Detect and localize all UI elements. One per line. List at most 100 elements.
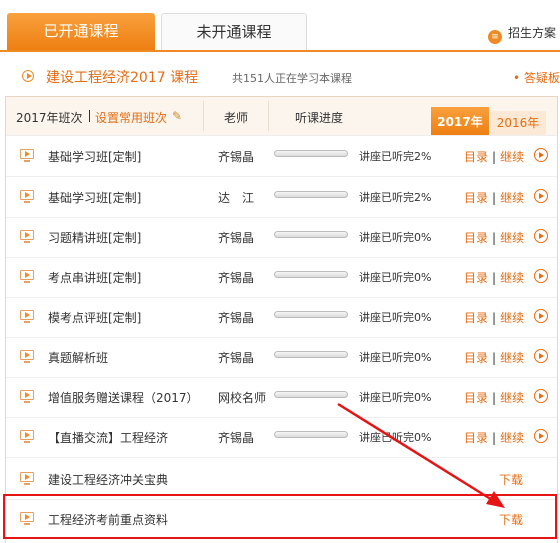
qa-board-link[interactable]: • 答疑板: [513, 69, 560, 86]
table-row: 基础学习班[定制] 达 江 讲座已听完2% 目录 | 继续: [6, 177, 557, 218]
progress-bar: [274, 391, 348, 398]
admission-plan-label: 招生方案: [508, 26, 557, 40]
continue-link[interactable]: 继续: [500, 191, 524, 205]
video-icon-stand: [24, 201, 30, 203]
column-divider: [268, 101, 269, 131]
course-tabs: 已开通课程 未开通课程 ≡ 招生方案: [0, 0, 560, 52]
row-links: 目录 | 继续: [464, 389, 524, 406]
class-name: 【直播交流】工程经济: [48, 431, 169, 445]
progress-text: 讲座已听完0%: [359, 351, 432, 364]
header-divider: [89, 110, 90, 122]
row-links: 目录 | 继续: [464, 309, 524, 326]
class-name: 考点串讲班[定制]: [48, 271, 142, 285]
video-icon: [20, 190, 34, 200]
list-icon: ≡: [488, 30, 502, 44]
video-icon: [20, 230, 34, 240]
link-separator: |: [492, 351, 497, 365]
row-links: 目录 | 继续: [464, 189, 524, 206]
video-icon-stand: [24, 441, 30, 443]
teacher-name: 达 江: [218, 191, 255, 205]
column-divider: [203, 101, 204, 131]
link-separator: |: [492, 191, 497, 205]
download-link[interactable]: 下载: [499, 471, 523, 488]
video-icon: [20, 430, 34, 440]
progress-text: 讲座已听完0%: [359, 271, 432, 284]
progress-bar: [274, 150, 348, 157]
play-button-icon[interactable]: [534, 349, 548, 363]
catalog-link[interactable]: 目录: [464, 351, 488, 365]
progress-text: 讲座已听完2%: [359, 150, 432, 163]
progress-bar: [274, 431, 348, 438]
progress-bar: [274, 191, 348, 198]
teacher-name: 齐锡晶: [218, 311, 255, 325]
class-name: 习题精讲班[定制]: [48, 231, 142, 245]
video-icon-stand: [24, 281, 30, 283]
set-common-classes-link[interactable]: 设置常用班次: [95, 109, 167, 126]
class-name: 基础学习班[定制]: [48, 150, 142, 164]
row-links: 目录 | 继续: [464, 229, 524, 246]
video-icon: [20, 472, 34, 482]
table-row: 增值服务赠送课程（2017） 网校名师 讲座已听完0% 目录 | 继续: [6, 377, 557, 418]
progress-text: 讲座已听完0%: [359, 391, 432, 404]
continue-link[interactable]: 继续: [500, 391, 524, 405]
play-circle-icon: [22, 70, 34, 82]
table-row: 真题解析班 齐锡晶 讲座已听完0% 目录 | 继续: [6, 337, 557, 378]
teacher-name: 网校名师: [218, 391, 267, 405]
video-icon-stand: [24, 401, 30, 403]
course-title[interactable]: 建设工程经济2017 课程: [46, 67, 198, 87]
course-class-table: 2017年班次 设置常用班次 ✎ 老师 听课进度 2017年 2016年 基础学…: [5, 96, 558, 543]
teacher-name: 齐锡晶: [218, 351, 255, 365]
link-separator: |: [492, 231, 497, 245]
admission-plan-link[interactable]: ≡ 招生方案: [488, 24, 556, 44]
highlight-box: [3, 494, 557, 539]
catalog-link[interactable]: 目录: [464, 271, 488, 285]
link-separator: |: [492, 311, 497, 325]
catalog-link[interactable]: 目录: [464, 191, 488, 205]
video-icon: [20, 350, 34, 360]
continue-link[interactable]: 继续: [500, 431, 524, 445]
table-row: 习题精讲班[定制] 齐锡晶 讲座已听完0% 目录 | 继续: [6, 217, 557, 258]
year-tab-2016[interactable]: 2016年: [490, 111, 546, 135]
progress-text: 讲座已听完0%: [359, 231, 432, 244]
teacher-name: 齐锡晶: [218, 271, 255, 285]
play-button-icon[interactable]: [534, 269, 548, 283]
tab-opened-courses[interactable]: 已开通课程: [7, 13, 155, 50]
link-separator: |: [492, 391, 497, 405]
table-row: 考点串讲班[定制] 齐锡晶 讲座已听完0% 目录 | 继续: [6, 257, 557, 298]
video-icon: [20, 270, 34, 280]
class-year-label: 2017年班次: [16, 111, 83, 125]
catalog-link[interactable]: 目录: [464, 150, 488, 164]
play-button-icon[interactable]: [534, 148, 548, 162]
video-icon: [20, 310, 34, 320]
progress-bar: [274, 351, 348, 358]
tab-unopened-courses[interactable]: 未开通课程: [161, 13, 307, 50]
progress-column-header: 听课进度: [295, 111, 344, 125]
pencil-icon[interactable]: ✎: [172, 109, 182, 123]
play-button-icon[interactable]: [534, 229, 548, 243]
row-links: 目录 | 继续: [464, 429, 524, 446]
video-icon-stand: [24, 160, 30, 162]
year-tab-2017[interactable]: 2017年: [431, 107, 489, 135]
play-button-icon[interactable]: [534, 189, 548, 203]
link-separator: |: [492, 150, 497, 164]
table-row: 【直播交流】工程经济 齐锡晶 讲座已听完0% 目录 | 继续: [6, 417, 557, 458]
continue-link[interactable]: 继续: [500, 150, 524, 164]
table-row: 模考点评班[定制] 齐锡晶 讲座已听完0% 目录 | 继续: [6, 297, 557, 338]
play-button-icon[interactable]: [534, 429, 548, 443]
continue-link[interactable]: 继续: [500, 271, 524, 285]
continue-link[interactable]: 继续: [500, 231, 524, 245]
continue-link[interactable]: 继续: [500, 311, 524, 325]
catalog-link[interactable]: 目录: [464, 311, 488, 325]
table-header: 2017年班次 设置常用班次 ✎ 老师 听课进度 2017年 2016年: [6, 97, 557, 136]
catalog-link[interactable]: 目录: [464, 391, 488, 405]
progress-bar: [274, 231, 348, 238]
catalog-link[interactable]: 目录: [464, 231, 488, 245]
course-header: 建设工程经济2017 课程 共151人正在学习本课程 • 答疑板: [0, 62, 560, 90]
row-links: 目录 | 继续: [464, 349, 524, 366]
video-icon-stand: [24, 483, 30, 485]
continue-link[interactable]: 继续: [500, 351, 524, 365]
catalog-link[interactable]: 目录: [464, 431, 488, 445]
video-icon-stand: [24, 361, 30, 363]
play-button-icon[interactable]: [534, 309, 548, 323]
play-button-icon[interactable]: [534, 389, 548, 403]
